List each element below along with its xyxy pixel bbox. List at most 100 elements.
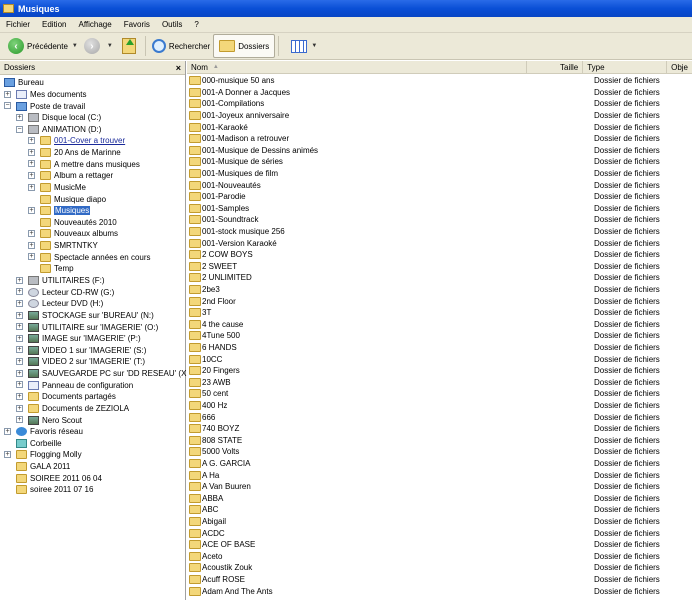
file-row[interactable]: 001-Samples Dossier de fichiers [187,203,692,215]
tree-item[interactable]: Bureau [0,77,186,89]
tree-item[interactable]: + Musiques [0,205,186,217]
file-row[interactable]: A Van Buuren Dossier de fichiers [187,481,692,493]
tree-item[interactable]: + UTILITAIRES (F:) [0,275,186,287]
tree-item[interactable]: Nouveautés 2010 [0,217,186,229]
file-row[interactable]: 2be3 Dossier de fichiers [187,284,692,296]
views-button[interactable]: ▼ [282,35,320,58]
file-row[interactable]: 4 the cause Dossier de fichiers [187,319,692,331]
tree-item[interactable]: + Lecteur DVD (H:) [0,298,186,310]
expand-icon[interactable]: + [4,427,11,435]
tree-item[interactable]: − ANIMATION (D:) [0,124,186,136]
expand-icon[interactable]: + [28,241,35,249]
close-icon[interactable]: × [176,63,181,73]
tree-item[interactable]: + VIDEO 1 sur 'IMAGERIE' (S:) [0,344,186,356]
tree-item[interactable]: + Documents partagés [0,391,186,403]
column-extra[interactable]: Obje [667,61,692,73]
file-row[interactable]: 001-Musique de séries Dossier de fichiers [187,156,692,168]
file-row[interactable]: 001-Version Karaoké Dossier de fichiers [187,237,692,249]
file-row[interactable]: 50 cent Dossier de fichiers [187,388,692,400]
tree-item[interactable]: Corbeille [0,438,186,450]
forward-button[interactable]: › ▼ [81,35,116,58]
tree-item[interactable]: + Lecteur CD-RW (G:) [0,286,186,298]
expand-icon[interactable]: + [16,323,23,331]
tree-item[interactable]: + Flogging Molly [0,449,186,461]
file-row[interactable]: 400 Hz Dossier de fichiers [187,400,692,412]
expand-icon[interactable]: + [16,416,23,424]
tree-item[interactable]: + MusicMe [0,182,186,194]
file-row[interactable]: 000-musique 50 ans Dossier de fichiers [187,75,692,87]
folder-up-icon[interactable] [121,38,136,54]
file-row[interactable]: Adam And The Ants Dossier de fichiers [187,585,692,597]
chevron-down-icon[interactable]: ▼ [72,43,78,49]
tree-item[interactable]: + UTILITAIRE sur 'IMAGERIE' (O:) [0,321,186,333]
menu-outils[interactable]: Outils [162,20,182,29]
file-row[interactable]: 3T Dossier de fichiers [187,307,692,319]
tree-item[interactable]: + Spectacle années en cours [0,251,186,263]
file-row[interactable]: 001-Parodie Dossier de fichiers [187,191,692,203]
expand-icon[interactable]: + [16,311,23,319]
expand-icon[interactable]: + [28,137,35,145]
tree-item[interactable]: +20 Ans de Marinne [0,147,186,159]
file-row[interactable]: ACDC Dossier de fichiers [187,527,692,539]
file-row[interactable]: 740 BOYZ Dossier de fichiers [187,423,692,435]
file-row[interactable]: 001-Soundtrack Dossier de fichiers [187,214,692,226]
file-row[interactable]: 2 COW BOYS Dossier de fichiers [187,249,692,261]
file-row[interactable]: 2 UNLIMITED Dossier de fichiers [187,272,692,284]
folders-button[interactable]: Dossiers [213,34,276,58]
file-row[interactable]: 666 Dossier de fichiers [187,411,692,423]
file-row[interactable]: 2nd Floor Dossier de fichiers [187,295,692,307]
menu-fichier[interactable]: Fichier [6,20,30,29]
expand-icon[interactable]: + [28,253,35,261]
file-row[interactable]: 23 AWB Dossier de fichiers [187,377,692,389]
tree-item[interactable]: + Album a rettager [0,170,186,182]
file-row[interactable]: 808 STATE Dossier de fichiers [187,435,692,447]
file-row[interactable]: 5000 Volts Dossier de fichiers [187,446,692,458]
expand-icon[interactable]: + [16,334,23,342]
tree-item[interactable]: + Mes documents [0,89,186,101]
expand-icon[interactable]: + [28,160,35,168]
expand-icon[interactable]: + [28,148,35,156]
column-type[interactable]: Type [583,61,668,73]
file-row[interactable]: ABBA Dossier de fichiers [187,493,692,505]
file-row[interactable]: Acoustik Zouk Dossier de fichiers [187,562,692,574]
tree-item[interactable]: + IMAGE sur 'IMAGERIE' (P:) [0,333,186,345]
expand-icon[interactable]: + [16,393,23,400]
menu-affichage[interactable]: Affichage [78,20,111,29]
menu-favoris[interactable]: Favoris [124,20,150,29]
expand-icon[interactable]: + [16,113,23,121]
expand-icon[interactable]: + [28,183,35,191]
column-size[interactable]: Taille [527,61,584,73]
expand-icon[interactable]: + [28,172,35,180]
file-row[interactable]: ABC Dossier de fichiers [187,504,692,516]
file-row[interactable]: Abigail Dossier de fichiers [187,516,692,528]
expand-icon[interactable]: + [16,288,23,296]
menu-edition[interactable]: Edition [42,20,66,29]
expand-icon[interactable]: + [4,90,11,98]
expand-icon[interactable]: + [28,206,35,214]
tree-item[interactable]: +001-Cover a trouver [0,135,186,147]
expand-icon[interactable]: + [16,299,23,307]
expand-icon[interactable]: + [16,381,23,389]
file-row[interactable]: 4Tune 500 Dossier de fichiers [187,330,692,342]
file-row[interactable]: 001-Musique de Dessins animés Dossier de … [187,145,692,157]
expand-icon[interactable]: + [16,346,23,354]
tree-item[interactable]: − Poste de travail [0,100,186,112]
tree-item[interactable]: Temp [0,263,186,275]
file-row[interactable]: Aceto Dossier de fichiers [187,551,692,563]
tree-item[interactable]: Musique diapo [0,193,186,205]
menu-help[interactable]: ? [194,20,198,29]
expand-icon[interactable]: + [16,404,23,412]
expand-icon[interactable]: + [4,451,11,459]
file-row[interactable]: A Ha Dossier de fichiers [187,469,692,481]
search-button[interactable]: Rechercher [149,35,213,58]
tree-item[interactable]: + SMRTNTKY [0,240,186,252]
file-row[interactable]: A G. GARCIA Dossier de fichiers [187,458,692,470]
expand-icon[interactable]: + [16,369,23,377]
file-row[interactable]: 001-Karaoké Dossier de fichiers [187,121,692,133]
file-row[interactable]: 001-Joyeux anniversaire Dossier de fichie… [187,110,692,122]
back-button[interactable]: ‹ Précédente ▼ [5,35,81,58]
tree-item[interactable]: SOIREE 2011 06 04 [0,472,186,484]
file-row[interactable]: 001-Nouveautés Dossier de fichiers [187,179,692,191]
file-row[interactable]: Acuff ROSE Dossier de fichiers [187,574,692,586]
tree-item[interactable]: + Favoris réseau [0,426,186,438]
